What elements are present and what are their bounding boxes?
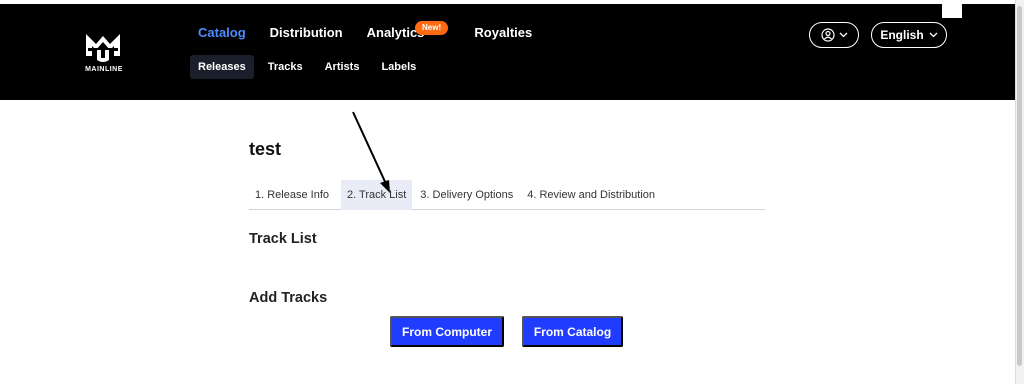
track-list-heading: Track List [249,231,317,247]
user-circle-icon [820,28,835,42]
app-header [0,4,1015,100]
nav-royalties[interactable]: Royalties [474,25,532,40]
user-menu-button[interactable] [809,22,859,48]
nav-distribution[interactable]: Distribution [270,25,343,40]
nav-catalog[interactable]: Catalog [198,25,246,40]
add-tracks-heading: Add Tracks [249,290,328,306]
main-nav: Catalog Distribution Analytics Royalties [198,22,556,42]
release-steps: 1. Release Info 2. Track List 3. Deliver… [249,179,765,210]
subnav-releases[interactable]: Releases [190,55,254,79]
from-computer-button[interactable]: From Computer [390,316,504,347]
subnav-artists[interactable]: Artists [317,55,368,79]
language-selector[interactable]: English [871,22,947,48]
page-title: test [249,139,282,159]
scrollbar-thumb[interactable] [1017,6,1022,366]
sub-nav: Releases Tracks Artists Labels [190,54,430,80]
new-badge: New! [415,21,449,35]
window-corner [942,0,962,18]
step-delivery-options[interactable]: 3. Delivery Options [414,180,519,210]
step-review-distribution[interactable]: 4. Review and Distribution [521,180,661,210]
from-catalog-button[interactable]: From Catalog [522,316,623,347]
subnav-tracks[interactable]: Tracks [260,55,311,79]
logo-mark-icon [86,34,120,62]
chevron-down-icon [929,32,938,38]
language-label: English [880,28,924,42]
brand-logo-text: MAINLINE [85,66,123,73]
step-track-list[interactable]: 2. Track List [341,179,413,210]
step-release-info[interactable]: 1. Release Info [249,180,335,210]
subnav-labels[interactable]: Labels [373,55,424,79]
chevron-down-icon [839,32,847,38]
